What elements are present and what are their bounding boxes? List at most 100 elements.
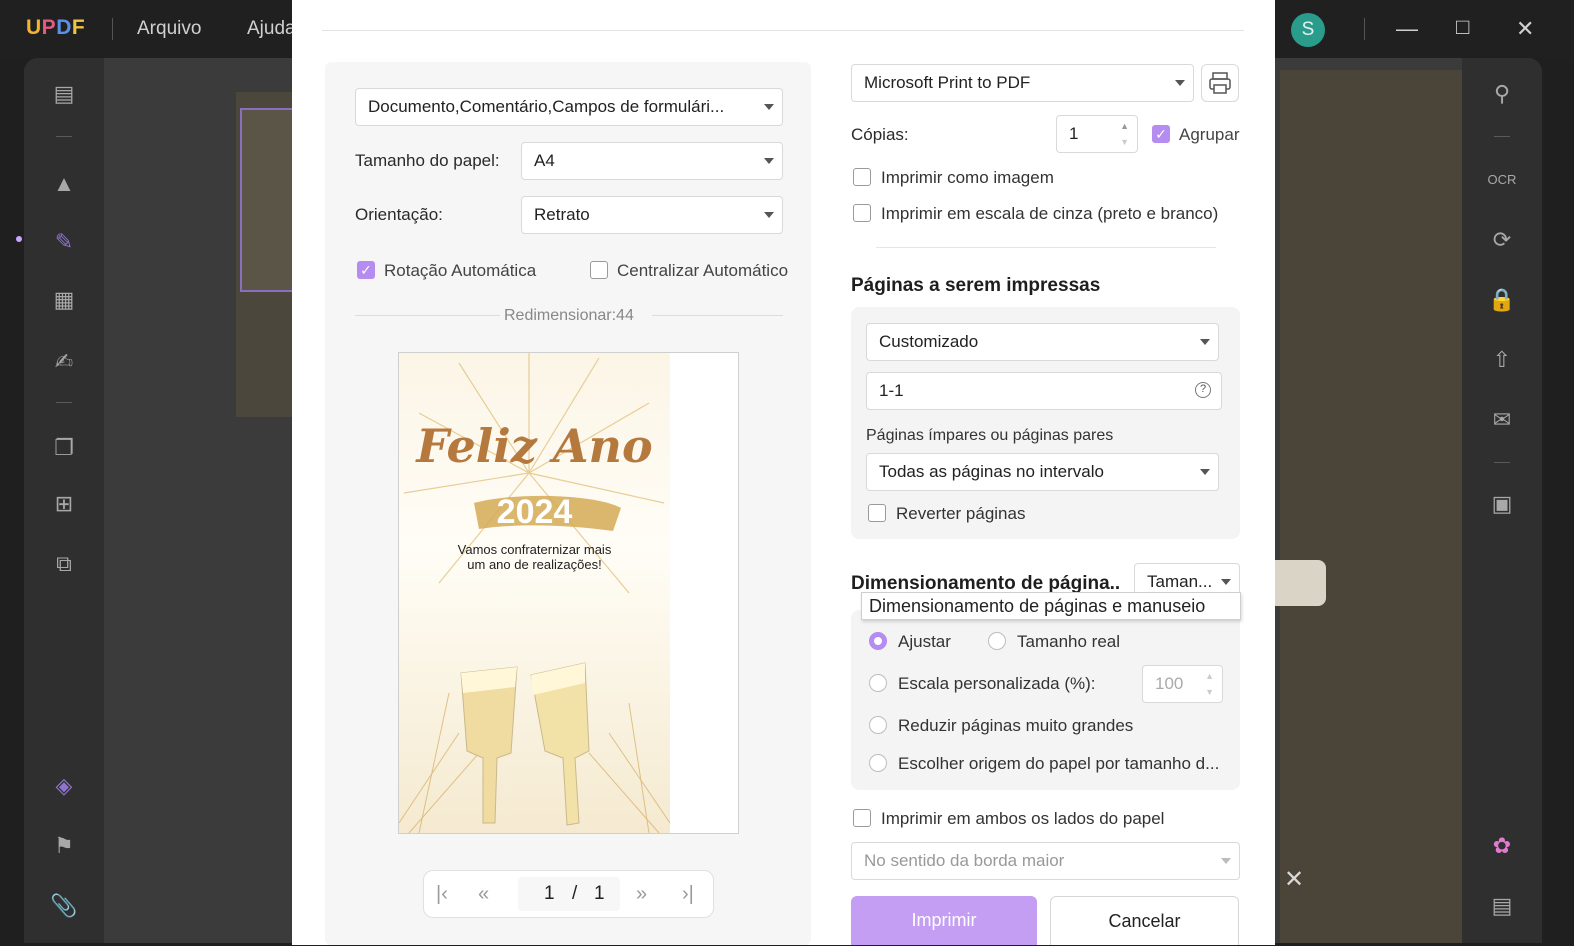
maximize-icon[interactable]: □ — [1456, 14, 1469, 40]
highlighter-icon[interactable]: ▲ — [48, 168, 80, 200]
custom-scale-radio[interactable] — [869, 674, 887, 692]
resize-divider-right — [652, 315, 783, 316]
print-button[interactable]: Imprimir — [851, 896, 1037, 945]
menu-arquivo[interactable]: Arquivo — [137, 18, 201, 40]
first-page-icon[interactable]: |‹ — [436, 883, 448, 906]
help-icon[interactable]: ? — [1195, 382, 1211, 398]
total-pages: 1 — [594, 883, 605, 904]
chevron-down-icon — [764, 212, 774, 218]
auto-rotate-checkbox[interactable]: ✓ — [357, 261, 375, 279]
close-icon[interactable]: ✕ — [1516, 16, 1534, 42]
auto-center-label: Centralizar Automático — [617, 261, 789, 280]
comment-icon[interactable]: ▤ — [1486, 890, 1518, 922]
avatar[interactable]: S — [1291, 13, 1325, 47]
save-icon[interactable]: ▣ — [1486, 488, 1518, 520]
copies-value: 1 — [1069, 124, 1079, 143]
shrink-radio[interactable] — [869, 716, 887, 734]
toolbar-separator — [1494, 462, 1510, 463]
toolbar-separator — [56, 136, 72, 137]
section-divider — [876, 247, 1216, 248]
dialog-header-divider — [322, 30, 1244, 31]
orientation-value: Retrato — [534, 205, 590, 224]
spin-down-icon[interactable]: ▼ — [1120, 137, 1129, 147]
ai-assistant-icon[interactable]: ✿ — [1486, 830, 1518, 862]
reader-icon[interactable]: ▤ — [48, 78, 80, 110]
page-separator: / — [572, 883, 578, 904]
print-as-image-label: Imprimir como imagem — [881, 168, 1054, 187]
organize-pages-icon[interactable]: ❐ — [48, 432, 80, 464]
close-panel-icon[interactable]: ✕ — [1276, 862, 1312, 898]
collate-label: Agrupar — [1179, 125, 1240, 144]
duplex-checkbox[interactable] — [853, 809, 871, 827]
copies-stepper[interactable]: 1 ▲ ▼ — [1056, 115, 1138, 153]
fit-radio[interactable] — [869, 632, 887, 650]
pages-mode-value: Customizado — [879, 332, 979, 351]
orientation-select[interactable]: Retrato — [521, 196, 783, 234]
spin-up-icon[interactable]: ▲ — [1120, 121, 1129, 131]
cancel-button[interactable]: Cancelar — [1050, 896, 1239, 945]
previous-page-icon[interactable]: « — [478, 883, 489, 906]
paper-source-radio[interactable] — [869, 754, 887, 772]
share-icon[interactable]: ⇧ — [1486, 344, 1518, 376]
printer-properties-button[interactable] — [1201, 64, 1239, 102]
paper-size-select[interactable]: A4 — [521, 142, 783, 180]
chevron-down-icon — [1175, 80, 1185, 86]
preview-pager: |‹ « 1 / 1 » ›| — [423, 870, 714, 918]
crop-icon[interactable]: ⊞ — [48, 488, 80, 520]
shrink-label: Reduzir páginas muito grandes — [898, 716, 1134, 735]
watermark-icon[interactable]: ⧉ — [48, 548, 80, 580]
print-content-value: Documento,Comentário,Campos de formulári… — [368, 97, 725, 116]
fill-sign-icon[interactable]: ✍ — [48, 346, 80, 378]
odd-even-select[interactable]: Todas as páginas no intervalo — [866, 453, 1219, 491]
grayscale-checkbox[interactable] — [853, 204, 871, 222]
form-icon[interactable]: ▦ — [48, 284, 80, 316]
auto-rotate-label: Rotação Automática — [384, 261, 537, 280]
protect-icon[interactable]: 🔒 — [1486, 284, 1518, 316]
custom-scale-stepper[interactable]: 100 ▲ ▼ — [1142, 665, 1223, 703]
pages-range-input[interactable]: 1-1 ? — [866, 372, 1222, 410]
odd-even-value: Todas as páginas no intervalo — [879, 462, 1104, 481]
scaling-tooltip: Dimensionamento de páginas e manuseio — [861, 592, 1241, 620]
attachment-icon[interactable]: 📎 — [48, 890, 80, 922]
paper-size-label: Tamanho do papel: — [355, 151, 500, 170]
last-page-icon[interactable]: ›| — [682, 883, 694, 906]
reverse-pages-checkbox[interactable] — [868, 504, 886, 522]
chevron-down-icon — [764, 104, 774, 110]
minimize-icon[interactable]: — — [1396, 16, 1418, 42]
print-as-image-checkbox[interactable] — [853, 168, 871, 186]
convert-icon[interactable]: ⟳ — [1486, 224, 1518, 256]
document-canvas — [1280, 70, 1462, 943]
duplex-mode-select[interactable]: No sentido da borda maior — [851, 842, 1240, 880]
menu-ajuda[interactable]: Ajuda — [247, 18, 296, 40]
page-number-field[interactable] — [518, 877, 620, 911]
preview-message-line2: um ano de realizações! — [467, 557, 602, 572]
right-toolbar: ⚲ OCR ⟳ 🔒 ⇧ ✉ ▣ ✿ ▤ — [1462, 58, 1542, 943]
auto-center-checkbox[interactable] — [590, 261, 608, 279]
search-icon[interactable]: ⚲ — [1486, 78, 1518, 110]
current-page: 1 — [544, 883, 555, 904]
toolbar-separator — [1494, 136, 1510, 137]
ocr-icon[interactable]: OCR — [1486, 164, 1518, 196]
printer-select[interactable]: Microsoft Print to PDF — [851, 64, 1194, 102]
print-content-select[interactable]: Documento,Comentário,Campos de formulári… — [355, 88, 783, 126]
floating-widget[interactable] — [1268, 560, 1326, 606]
resize-divider-left — [355, 315, 500, 316]
spin-down-icon[interactable]: ▼ — [1205, 687, 1214, 697]
email-icon[interactable]: ✉ — [1486, 404, 1518, 436]
actual-size-label: Tamanho real — [1017, 632, 1121, 651]
next-page-icon[interactable]: » — [636, 883, 647, 906]
page-thumbnail-selected[interactable] — [240, 108, 298, 292]
paper-source-label: Escolher origem do papel por tamanho d..… — [898, 754, 1220, 773]
layers-icon[interactable]: ◈ — [48, 770, 80, 802]
collate-checkbox[interactable]: ✓ — [1152, 125, 1170, 143]
actual-size-radio[interactable] — [988, 632, 1006, 650]
fit-label: Ajustar — [898, 632, 951, 651]
odd-even-label: Páginas ímpares ou páginas pares — [866, 427, 1114, 444]
spin-up-icon[interactable]: ▲ — [1205, 671, 1214, 681]
chevron-down-icon — [1221, 858, 1231, 864]
bookmark-icon[interactable]: ⚑ — [48, 830, 80, 862]
preview-title: Feliz Ano — [416, 419, 653, 473]
edit-pdf-icon[interactable]: ✎ — [48, 226, 80, 258]
chevron-down-icon — [764, 158, 774, 164]
pages-mode-select[interactable]: Customizado — [866, 323, 1219, 361]
